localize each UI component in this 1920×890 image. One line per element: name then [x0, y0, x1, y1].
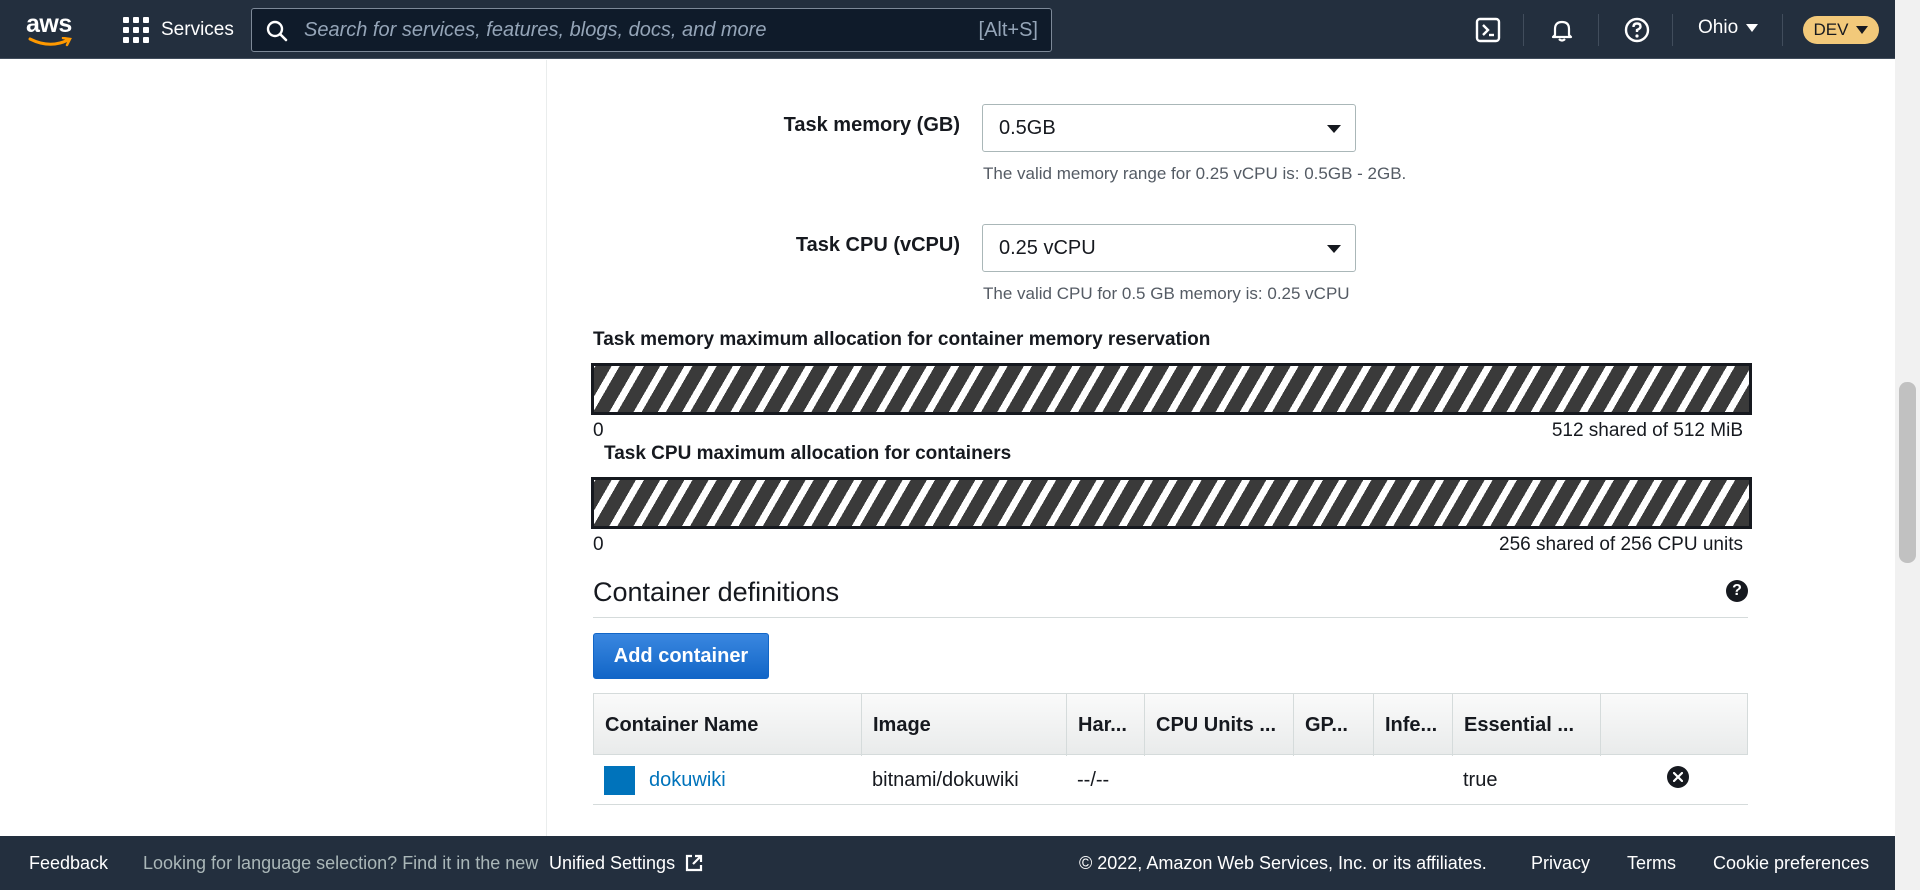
cell-cpu-units [1144, 755, 1155, 805]
cell-image: bitnami/dokuwiki [872, 768, 1019, 791]
terms-link[interactable]: Terms [1627, 853, 1676, 874]
memory-allocation-summary: 512 shared of 512 MiB [1551, 420, 1743, 441]
bell-icon[interactable] [1548, 16, 1576, 44]
cookie-preferences-link[interactable]: Cookie preferences [1713, 853, 1869, 874]
search-box[interactable]: [Alt+S] [251, 8, 1052, 52]
aws-logo[interactable]: aws [26, 10, 74, 47]
task-cpu-label: Task CPU (vCPU) [795, 234, 960, 256]
unified-settings-link[interactable]: Unified Settings [549, 853, 704, 874]
caret-down-icon [1856, 26, 1869, 34]
account-label: DEV [1813, 20, 1849, 39]
task-memory-select[interactable]: 0.5GB [982, 104, 1356, 152]
memory-allocation-title: Task memory maximum allocation for conta… [593, 329, 1211, 350]
caret-down-icon [1327, 245, 1341, 253]
aws-logo-text: aws [26, 10, 72, 38]
column-header-cpu-units[interactable]: CPU Units ... [1145, 694, 1294, 756]
column-header-image[interactable]: Image [862, 694, 1067, 756]
region-selector[interactable]: Ohio [1698, 17, 1759, 39]
container-color-swatch [604, 765, 635, 795]
add-container-button[interactable]: Add container [593, 633, 769, 679]
scrollbar-thumb[interactable] [1899, 382, 1916, 563]
remove-container-icon[interactable] [1667, 766, 1689, 788]
container-table: Container Name Image Har... CPU Units ..… [593, 693, 1748, 805]
task-cpu-hint: The valid CPU for 0.5 GB memory is: 0.25… [983, 284, 1350, 303]
help-icon[interactable] [1623, 16, 1651, 44]
caret-down-icon [1327, 125, 1341, 133]
search-shortcut-hint: [Alt+S] [978, 19, 1038, 41]
cpu-allocation-bar [591, 477, 1752, 529]
cloudshell-icon[interactable] [1474, 16, 1502, 44]
cell-gpu [1293, 755, 1304, 805]
help-circle-icon[interactable]: ? [1726, 580, 1748, 602]
footer: Feedback Looking for language selection?… [0, 836, 1895, 890]
memory-allocation-min: 0 [593, 420, 604, 441]
cell-essential: true [1463, 768, 1498, 791]
table-row: dokuwiki bitnami/dokuwiki --/-- true [593, 755, 1748, 805]
nav-separator [1598, 14, 1599, 46]
task-cpu-value: 0.25 vCPU [999, 236, 1096, 259]
task-cpu-select[interactable]: 0.25 vCPU [982, 224, 1356, 272]
smile-arrow-icon [28, 37, 72, 47]
nav-separator [1523, 14, 1524, 46]
external-link-icon [685, 854, 703, 872]
search-icon [266, 20, 288, 42]
copyright-text: © 2022, Amazon Web Services, Inc. or its… [1079, 853, 1487, 873]
task-memory-label: Task memory (GB) [783, 114, 960, 136]
container-definitions-title: Container definitions [593, 577, 840, 607]
account-menu-button[interactable]: DEV [1803, 16, 1879, 44]
section-divider [593, 617, 1748, 618]
cpu-allocation-min: 0 [593, 534, 604, 555]
grid-icon [123, 17, 149, 43]
unified-settings-label: Unified Settings [549, 853, 676, 873]
cpu-allocation-title: Task CPU maximum allocation for containe… [604, 443, 1012, 464]
region-label: Ohio [1698, 17, 1739, 38]
nav-separator [1782, 14, 1783, 46]
memory-allocation-bar [591, 363, 1752, 415]
search-input[interactable] [304, 15, 904, 45]
main-content: Task memory (GB) 0.5GB The valid memory … [547, 60, 1895, 836]
cell-hard-soft-limits: --/-- [1077, 768, 1110, 791]
column-header-hard-soft-limits[interactable]: Har... [1067, 694, 1145, 756]
privacy-link[interactable]: Privacy [1531, 853, 1590, 874]
task-memory-value: 0.5GB [999, 116, 1056, 139]
services-menu-button[interactable]: Services [123, 14, 234, 46]
column-header-inference[interactable]: Infe... [1374, 694, 1453, 756]
cell-inference [1373, 755, 1384, 805]
column-header-actions [1601, 694, 1747, 756]
caret-down-icon [1746, 24, 1759, 32]
cell-container-name: dokuwiki [593, 755, 726, 805]
language-selection-note: Looking for language selection? Find it … [143, 853, 539, 873]
nav-separator [1672, 14, 1673, 46]
column-header-gpu[interactable]: GP... [1294, 694, 1374, 756]
cpu-allocation-summary: 256 shared of 256 CPU units [1499, 534, 1743, 555]
top-navigation: aws Services [Alt+S] Ohio [0, 0, 1895, 59]
task-memory-hint: The valid memory range for 0.25 vCPU is:… [983, 164, 1407, 183]
column-header-essential[interactable]: Essential ... [1453, 694, 1601, 756]
column-header-container-name[interactable]: Container Name [594, 694, 862, 756]
services-label: Services [161, 19, 234, 40]
table-header: Container Name Image Har... CPU Units ..… [593, 693, 1748, 756]
feedback-link[interactable]: Feedback [29, 853, 108, 874]
container-name-link[interactable]: dokuwiki [649, 769, 726, 792]
page-scrollbar[interactable] [1895, 0, 1920, 890]
